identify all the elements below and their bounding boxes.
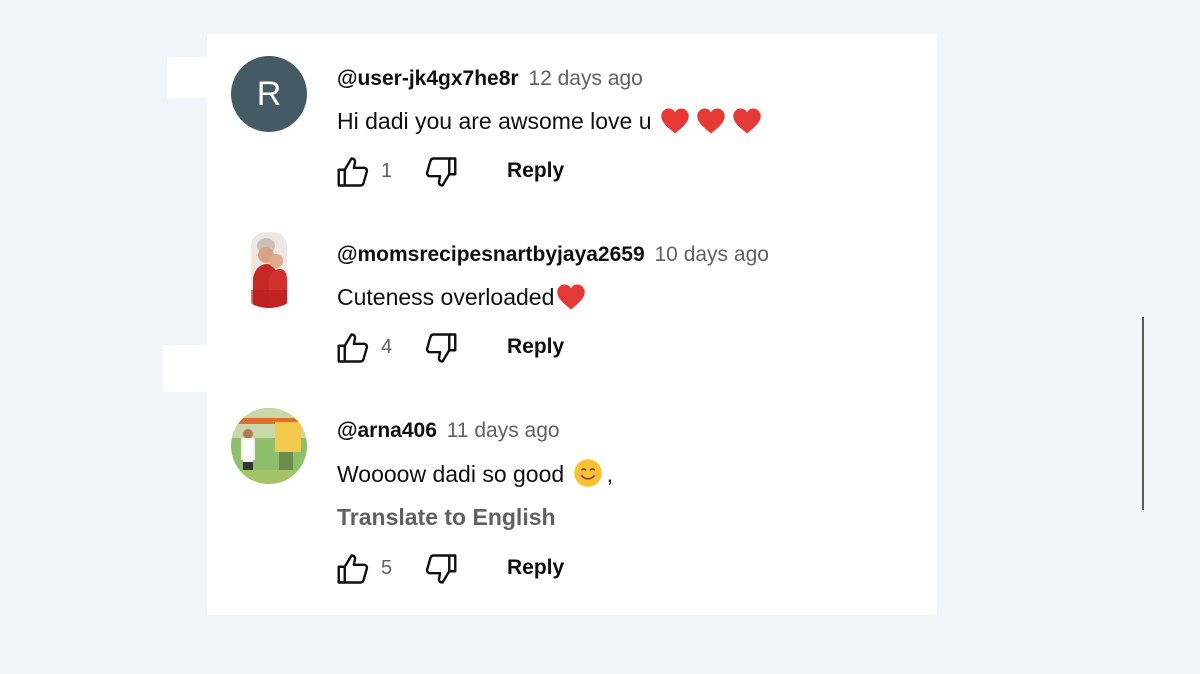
dislike-button[interactable] (421, 549, 461, 589)
comments-panel: R @user-jk4gx7he8r 12 days ago Hi dadi y… (207, 34, 1144, 615)
avatar[interactable] (231, 232, 307, 308)
comment-text: Cuteness overloaded (337, 282, 590, 318)
comment-text-content: Woooow dadi so good (337, 461, 565, 487)
comment-header: @momsrecipesnartbyjaya2659 10 days ago (337, 242, 769, 268)
thumb-up-outline-icon (337, 157, 369, 187)
like-button[interactable] (333, 328, 373, 368)
background-patch-top (167, 57, 207, 98)
comment-header: @user-jk4gx7he8r 12 days ago (337, 66, 643, 92)
like-count: 5 (381, 557, 393, 579)
like-button[interactable] (333, 152, 373, 192)
comment-author[interactable]: @arna406 (337, 419, 437, 442)
comment-item: @momsrecipesnartbyjaya2659 10 days ago C… (207, 230, 937, 390)
comment-item: R @user-jk4gx7he8r 12 days ago Hi dadi y… (207, 54, 937, 214)
reply-button[interactable]: Reply (507, 556, 564, 580)
like-count: 4 (381, 336, 393, 358)
like-count: 1 (381, 160, 393, 182)
thumb-up-outline-icon (337, 333, 369, 363)
red-heart-emoji-icon (660, 107, 690, 142)
smiling-face-emoji-icon (573, 458, 603, 495)
avatar[interactable]: R (231, 56, 307, 132)
comment-author[interactable]: @momsrecipesnartbyjaya2659 (337, 243, 645, 266)
comment-text: Hi dadi you are awsome love u (337, 106, 766, 142)
translate-link[interactable]: Translate to English (337, 502, 556, 532)
like-button[interactable] (333, 549, 373, 589)
comment-header: @arna406 11 days ago (337, 418, 560, 444)
reply-button[interactable]: Reply (507, 335, 564, 359)
comment-actions: 5 Reply (333, 549, 593, 589)
comment-text: Woooow dadi so good , (337, 458, 613, 495)
thumb-up-outline-icon (337, 554, 369, 584)
dislike-button[interactable] (421, 152, 461, 192)
comment-text-content: Hi dadi you are awsome love u (337, 108, 652, 134)
scrollbar-line[interactable] (1142, 317, 1144, 510)
reply-button[interactable]: Reply (507, 159, 564, 183)
avatar-photo (231, 408, 307, 484)
comment-actions: 4 Reply (333, 328, 593, 368)
thumb-down-outline-icon (425, 333, 457, 363)
red-heart-emoji-icon (696, 107, 726, 142)
thumb-down-outline-icon (425, 157, 457, 187)
comment-author[interactable]: @user-jk4gx7he8r (337, 67, 519, 90)
comment-actions: 1 Reply (333, 152, 593, 192)
avatar-photo (231, 232, 307, 308)
comment-timestamp[interactable]: 11 days ago (447, 419, 560, 442)
comment-timestamp[interactable]: 12 days ago (528, 67, 642, 90)
comment-text-trailing: , (606, 461, 613, 487)
avatar[interactable] (231, 408, 307, 484)
comment-text-content: Cuteness overloaded (337, 284, 555, 310)
comment-timestamp[interactable]: 10 days ago (655, 243, 769, 266)
red-heart-emoji-icon (556, 283, 586, 318)
red-heart-emoji-icon (732, 107, 762, 142)
avatar-letter: R (256, 74, 282, 113)
thumb-down-outline-icon (425, 554, 457, 584)
dislike-button[interactable] (421, 328, 461, 368)
background-patch-middle (163, 345, 207, 392)
comment-item: @arna406 11 days ago Woooow dadi so good… (207, 406, 937, 606)
